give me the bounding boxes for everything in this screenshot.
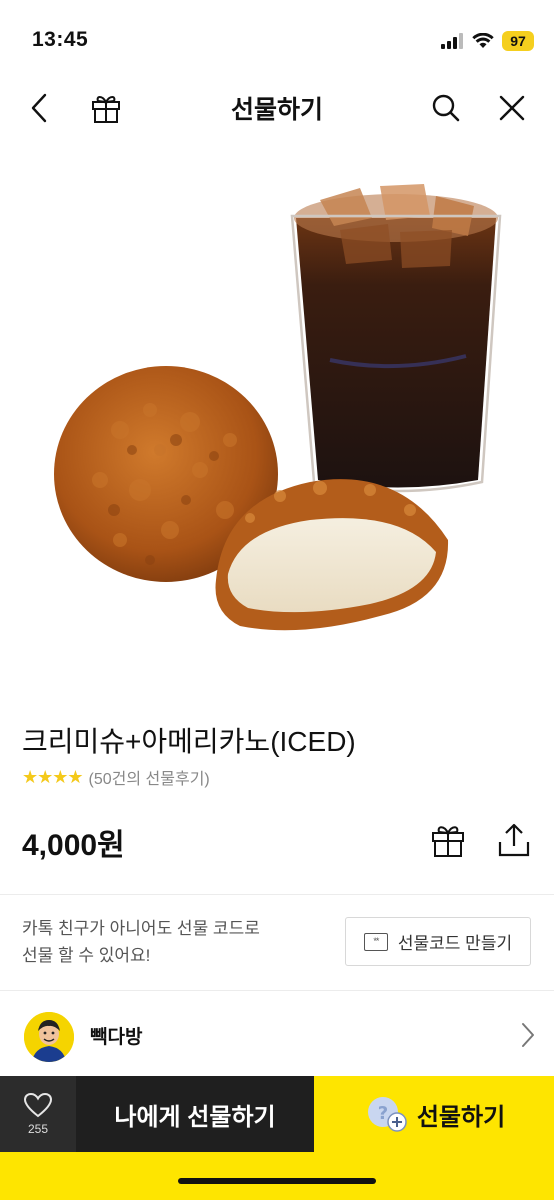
product-price: 4,000원 (22, 829, 125, 862)
home-indicator[interactable] (178, 1178, 376, 1184)
create-gift-code-label: 선물코드 만들기 (397, 934, 513, 953)
share-button[interactable] (492, 818, 536, 862)
product-image (0, 160, 554, 680)
review-count[interactable]: (50건의 선물후기) (89, 765, 210, 789)
heart-icon (23, 1092, 53, 1118)
status-bar: 13:45 97 (0, 0, 554, 80)
close-icon (499, 95, 525, 121)
battery-indicator: 97 (502, 31, 534, 51)
signal-icon (441, 33, 463, 49)
status-time: 13:45 (32, 28, 89, 51)
iced-americano-illustration (290, 184, 502, 493)
brand-name: 빽다방 (90, 1027, 143, 1048)
nav-bar: 선물하기 (0, 76, 554, 138)
rating[interactable]: ★★★★ (50건의 선물후기) (22, 765, 210, 789)
search-button[interactable] (424, 86, 468, 130)
rating-stars: ★★★★ (22, 766, 84, 787)
send-gift-label: 선물하기 (416, 1103, 506, 1131)
gift-wrap-button[interactable] (426, 818, 470, 862)
wifi-icon (472, 33, 494, 48)
create-gift-code-button[interactable]: ** 선물코드 만들기 (345, 917, 531, 966)
gift-code-line-1: 카톡 친구가 아니어도 선물 코드로 (22, 919, 260, 938)
status-icons: 97 (440, 30, 534, 52)
gift-code-line-2: 선물 할 수 있어요! (22, 946, 151, 965)
wish-button[interactable]: 255 (0, 1076, 76, 1152)
share-icon (498, 823, 530, 857)
brand-logo (24, 1012, 74, 1062)
divider (0, 894, 554, 895)
gift-code-description: 카톡 친구가 아니어도 선물 코드로 선물 할 수 있어요! (22, 915, 260, 969)
friend-add-icon: ? (367, 1097, 407, 1132)
chevron-right-icon (522, 1023, 534, 1047)
product-name: 크리미슈+아메리카노(ICED) (22, 726, 356, 757)
home-indicator-area (0, 1152, 554, 1200)
wish-count: 255 (27, 1122, 49, 1136)
code-card-icon: ** (363, 932, 388, 951)
divider (0, 990, 554, 991)
page-title: 선물하기 (230, 96, 323, 124)
gift-icon (432, 826, 464, 857)
brand-row[interactable]: 빽다방 (0, 1000, 554, 1072)
gift-to-self-button[interactable]: 나에게 선물하기 (76, 1076, 314, 1152)
search-icon (432, 94, 460, 122)
close-button[interactable] (490, 86, 534, 130)
svg-text:?: ? (378, 1103, 388, 1124)
send-gift-button[interactable]: ? 선물하기 (314, 1076, 554, 1152)
